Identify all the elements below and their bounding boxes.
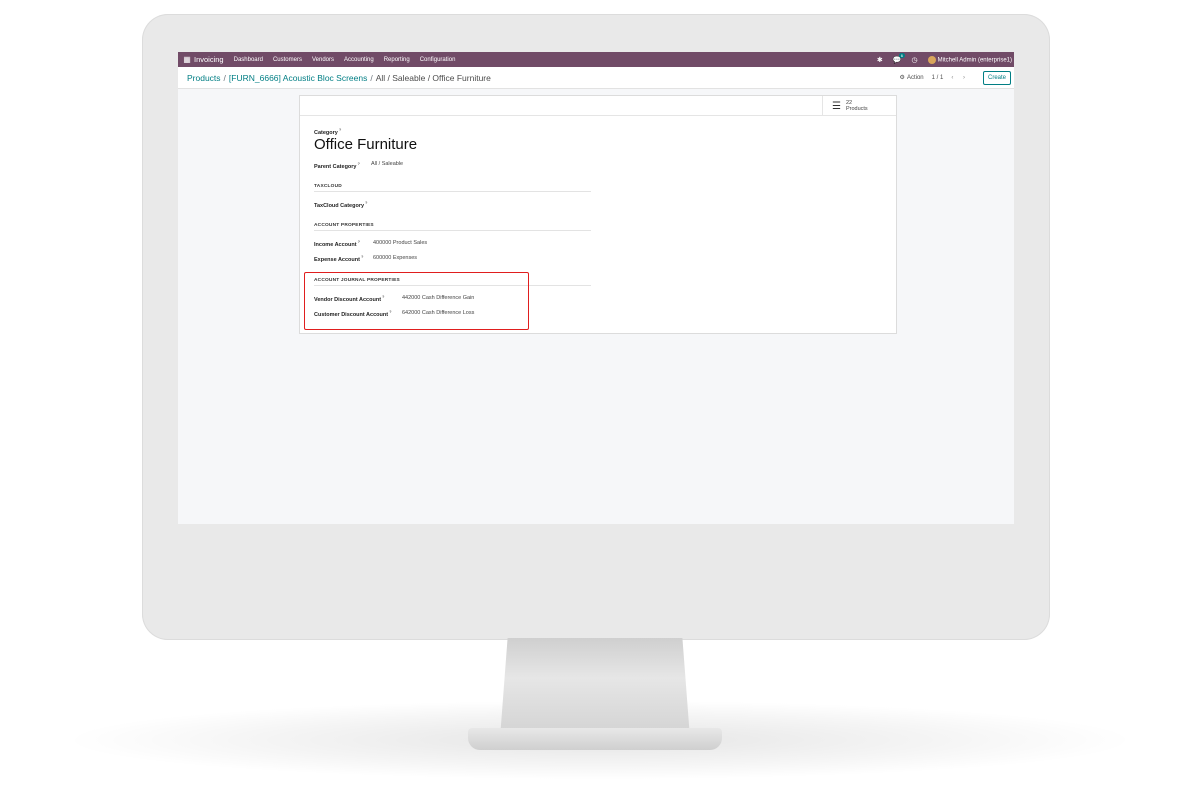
control-panel: Products / [FURN_6666] Acoustic Bloc Scr… — [178, 67, 1014, 89]
monitor-stand — [500, 638, 690, 738]
parent-category-field[interactable]: All / Saleable — [371, 161, 403, 167]
help-icon: ? — [357, 161, 360, 166]
menu-accounting[interactable]: Accounting — [344, 57, 374, 63]
breadcrumb-product[interactable]: [FURN_6666] Acoustic Bloc Screens — [229, 73, 367, 83]
taxcloud-category-field[interactable] — [371, 200, 571, 207]
help-icon: ? — [357, 239, 361, 244]
menu-reporting[interactable]: Reporting — [384, 57, 410, 63]
screen: ▦ Invoicing Dashboard Customers Vendors … — [178, 52, 1014, 524]
chat-badge: 6 — [898, 52, 906, 58]
section-taxcloud: TAXCLOUD — [314, 184, 342, 189]
monitor-stand-base — [468, 728, 722, 750]
top-navbar: ▦ Invoicing Dashboard Customers Vendors … — [178, 52, 1014, 67]
apps-menu-icon[interactable]: ▦ — [180, 55, 194, 64]
action-menu-button[interactable]: ⚙ Action — [900, 74, 924, 81]
navbar-systray: ✱ 💬 6 ◷ Mitchell Admin (enterprise1) — [877, 52, 1014, 64]
breadcrumb-current: All / Saleable / Office Furniture — [375, 72, 491, 83]
user-menu[interactable]: Mitchell Admin (enterprise1) — [927, 55, 1012, 64]
highlight-annotation — [304, 272, 529, 330]
action-label: Action — [906, 75, 924, 81]
breadcrumb-separator: / — [370, 72, 373, 83]
menu-dashboard[interactable]: Dashboard — [234, 57, 263, 63]
pager-value[interactable]: 1 / 1 — [932, 75, 944, 81]
menu-customers[interactable]: Customers — [273, 57, 302, 63]
breadcrumb-separator: / — [223, 72, 226, 83]
user-name: Mitchell Admin (enterprise1) — [937, 57, 1012, 64]
create-button[interactable]: Create — [982, 70, 1011, 85]
breadcrumb-products[interactable]: Products — [187, 73, 221, 83]
stat-text: 22 Products — [846, 100, 868, 112]
avatar — [927, 55, 936, 64]
help-icon: ? — [338, 127, 342, 132]
section-divider — [314, 191, 591, 192]
clock-icon[interactable]: ◷ — [912, 56, 918, 64]
stat-label: Products — [845, 106, 868, 112]
pager-arrows[interactable]: ‹ › — [951, 75, 969, 81]
list-icon: ☰ — [832, 100, 841, 112]
menu-vendors[interactable]: Vendors — [312, 57, 334, 63]
form-sheet: ☰ 22 Products Category? Office Furniture… — [299, 95, 897, 334]
button-box: ☰ 22 Products — [300, 96, 896, 116]
expense-account-label: Expense Account? — [314, 254, 364, 263]
category-name[interactable]: Office Furniture — [314, 136, 417, 153]
expense-account-field[interactable]: 600000 Expenses — [373, 255, 417, 261]
help-icon: ? — [360, 254, 364, 259]
section-account-properties: ACCOUNT PROPERTIES — [314, 223, 374, 228]
control-panel-right: ⚙ Action 1 / 1 ‹ › Create — [900, 70, 1014, 85]
category-label: Category? — [314, 127, 342, 136]
app-name[interactable]: Invoicing — [194, 55, 224, 64]
gear-icon: ⚙ — [899, 75, 905, 81]
parent-category-label: Parent Category? — [314, 161, 360, 170]
menu-configuration[interactable]: Configuration — [420, 57, 456, 63]
income-account-label: Income Account? — [314, 239, 361, 248]
section-divider — [314, 230, 591, 231]
bug-icon[interactable]: ✱ — [877, 56, 883, 64]
products-stat-button[interactable]: ☰ 22 Products — [822, 96, 896, 116]
help-icon: ? — [365, 200, 368, 205]
chat-icon[interactable]: 💬 6 — [893, 52, 906, 64]
taxcloud-category-label: TaxCloud Category? — [314, 200, 368, 209]
income-account-field[interactable]: 400000 Product Sales — [373, 240, 427, 246]
